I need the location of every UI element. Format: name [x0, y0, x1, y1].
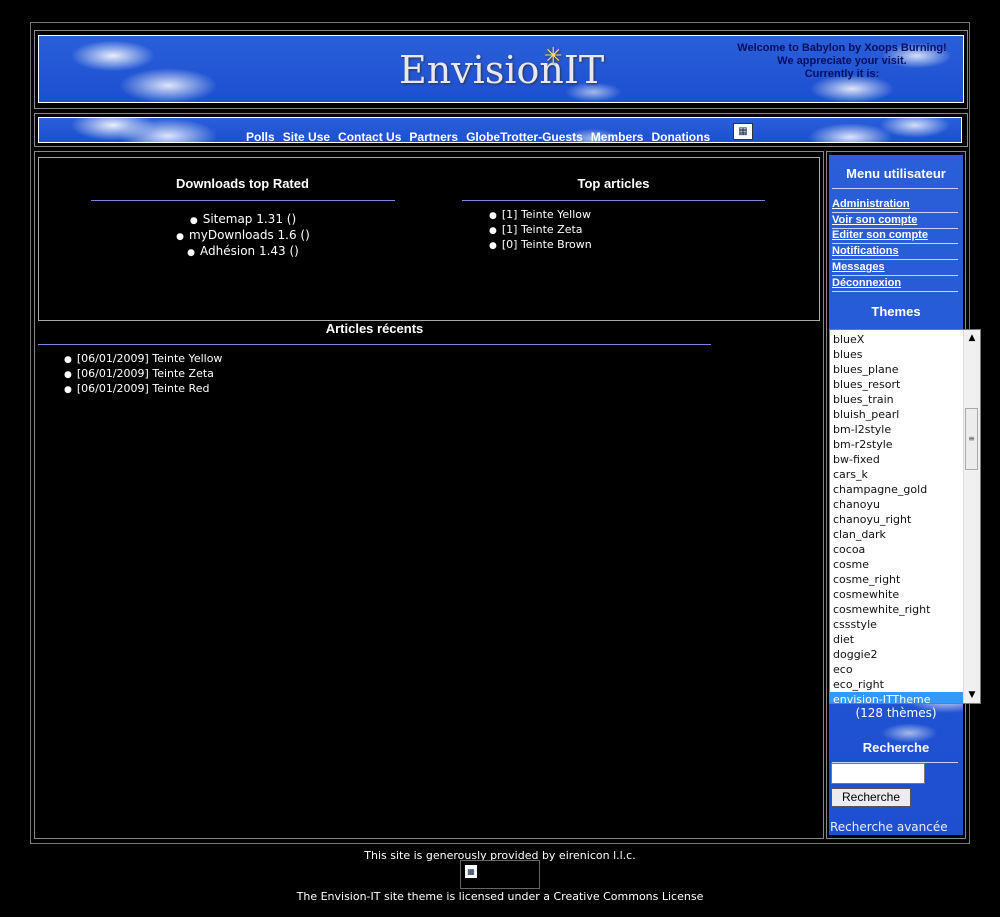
theme-option[interactable]: blues_plane — [830, 362, 965, 377]
theme-option[interactable]: cosmewhite_right — [830, 602, 965, 617]
broken-image-icon: ▦ — [465, 865, 477, 878]
downloads-list: Sitemap 1.31 () myDownloads 1.6 () Adhés… — [150, 212, 336, 260]
list-item[interactable]: [06/01/2009] Teinte Zeta — [64, 367, 222, 382]
theme-option[interactable]: cosmewhite — [830, 587, 965, 602]
theme-option[interactable]: eco — [830, 662, 965, 677]
theme-option[interactable]: champagne_gold — [830, 482, 965, 497]
theme-option[interactable]: bluish_pearl — [830, 407, 965, 422]
welcome-line-1: Welcome to Babylon by Xoops Burning! — [737, 42, 947, 54]
advanced-search-link[interactable]: Recherche avancée — [830, 820, 948, 834]
theme-option[interactable]: doggie2 — [830, 647, 965, 662]
downloads-divider — [91, 200, 395, 201]
broken-image-icon[interactable]: ▦ — [733, 123, 753, 140]
welcome-line-3: Currently it is: — [804, 68, 880, 80]
recent-articles-divider — [38, 344, 711, 345]
site-logo[interactable]: Envision ✳ IT — [399, 44, 605, 92]
list-item[interactable]: [06/01/2009] Teinte Red — [64, 382, 222, 397]
menu-item-notifications[interactable]: Notifications — [832, 244, 958, 260]
menu-item-messages[interactable]: Messages — [832, 260, 958, 276]
top-articles-block-title: Top articles — [577, 176, 650, 191]
menu-item-administration[interactable]: Administration — [832, 197, 958, 213]
welcome-line-2: We appreciate your visit. — [777, 55, 907, 67]
list-item[interactable]: myDownloads 1.6 () — [150, 228, 336, 244]
theme-option[interactable]: blueX — [830, 332, 965, 347]
theme-option[interactable]: blues_train — [830, 392, 965, 407]
logo-text: Envision — [399, 48, 564, 92]
user-menu-title: Menu utilisateur — [846, 166, 946, 181]
theme-option[interactable]: chanoyu — [830, 497, 965, 512]
nav-links: Polls Site Use Contact Us Partners GlobeTrot… — [246, 130, 718, 144]
list-item[interactable]: Adhésion 1.43 () — [150, 244, 336, 260]
menu-item-logout[interactable]: Déconnexion — [832, 276, 958, 292]
theme-option[interactable]: clan_dark — [830, 527, 965, 542]
list-item[interactable]: Sitemap 1.31 () — [150, 212, 336, 228]
welcome-message: Welcome to Babylon by Xoops Burning! We … — [727, 42, 957, 81]
theme-list-scrollbar[interactable]: ▲ ≡ ▼ — [963, 330, 980, 703]
nav-link-partners[interactable]: Partners — [409, 130, 458, 144]
theme-option[interactable]: diet — [830, 632, 965, 647]
nav-link-donations[interactable]: Donations — [651, 130, 710, 144]
theme-option[interactable]: envision-ITTheme — [830, 692, 965, 703]
themes-title: Themes — [871, 304, 921, 319]
theme-option[interactable]: cosme — [830, 557, 965, 572]
footer-badge[interactable]: ▦ — [460, 860, 540, 889]
search-input[interactable] — [831, 763, 925, 784]
menu-item-view-account[interactable]: Voir son compte — [832, 213, 958, 229]
user-menu-divider — [832, 188, 958, 189]
top-articles-list: [1] Teinte Yellow [1] Teinte Zeta [0] Te… — [489, 208, 592, 253]
nav-link-globetrotter-guests[interactable]: GlobeTrotter-Guests — [466, 130, 583, 144]
theme-option[interactable]: bw-fixed — [830, 452, 965, 467]
nav-link-polls[interactable]: Polls — [246, 130, 275, 144]
theme-option[interactable]: bm-r2style — [830, 437, 965, 452]
list-item[interactable]: [0] Teinte Brown — [489, 238, 592, 253]
top-nav: Polls Site Use Contact Us Partners GlobeTrot… — [38, 117, 962, 144]
menu-item-edit-account[interactable]: Editer son compte — [832, 228, 958, 244]
search-button[interactable]: Recherche — [831, 788, 911, 807]
footer-license: The Envision-IT site theme is licensed u… — [296, 890, 704, 903]
nav-link-site-use[interactable]: Site Use — [283, 130, 330, 144]
theme-option[interactable]: eco_right — [830, 677, 965, 692]
theme-option[interactable]: cocoa — [830, 542, 965, 557]
scroll-down-arrow-icon[interactable]: ▼ — [964, 687, 980, 703]
logo-suffix: IT — [563, 48, 605, 92]
recent-articles-list: [06/01/2009] Teinte Yellow [06/01/2009] … — [64, 352, 223, 397]
theme-select-list[interactable]: blueX blues blues_plane blues_resort blues_t… — [829, 329, 981, 704]
theme-count: (128 thèmes) — [855, 706, 937, 720]
theme-option[interactable]: cssstyle — [830, 617, 965, 632]
list-item[interactable]: [1] Teinte Zeta — [489, 223, 592, 238]
star-icon: ✳ — [544, 44, 563, 69]
theme-option[interactable]: blues — [830, 347, 965, 362]
theme-option[interactable]: cosme_right — [830, 572, 965, 587]
downloads-block-title: Downloads top Rated — [176, 176, 309, 191]
theme-options: blueX blues blues_plane blues_resort blues_t… — [830, 332, 965, 703]
scrollbar-thumb[interactable]: ≡ — [965, 408, 978, 470]
list-item[interactable]: [1] Teinte Yellow — [489, 208, 592, 223]
top-articles-divider — [462, 200, 765, 201]
recent-articles-title: Articles récents — [325, 321, 424, 336]
theme-option[interactable]: blues_resort — [830, 377, 965, 392]
scroll-up-arrow-icon[interactable]: ▲ — [964, 330, 980, 346]
theme-option[interactable]: chanoyu_right — [830, 512, 965, 527]
nav-link-contact-us[interactable]: Contact Us — [338, 130, 401, 144]
theme-option[interactable]: bm-l2style — [830, 422, 965, 437]
theme-option[interactable]: cars_k — [830, 467, 965, 482]
header-banner: Envision ✳ IT Welcome to Babylon by Xoops … — [38, 35, 964, 103]
list-item[interactable]: [06/01/2009] Teinte Yellow — [64, 352, 223, 367]
nav-link-members[interactable]: Members — [591, 130, 644, 144]
search-title: Recherche — [862, 740, 930, 755]
